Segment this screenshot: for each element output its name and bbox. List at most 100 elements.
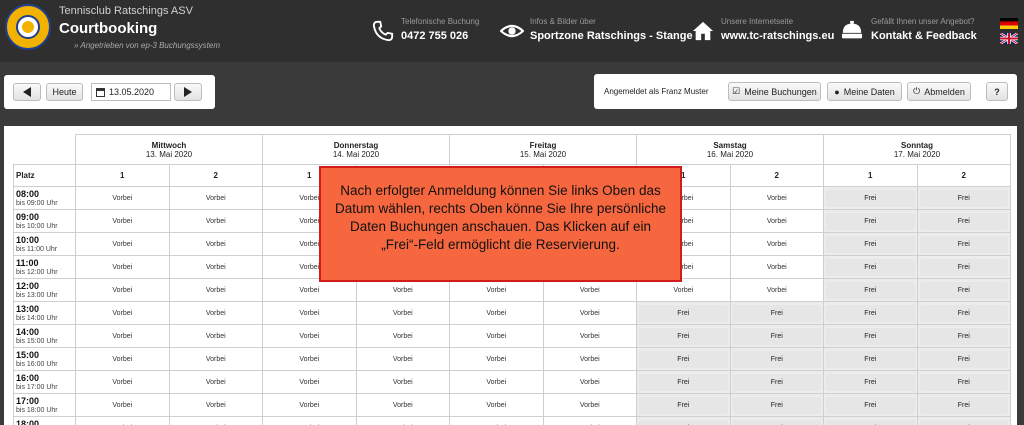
slot-status: Vorbei [766,194,787,202]
slot-status: Vorbei [392,309,413,317]
club-logo[interactable] [5,4,51,50]
booking-slot-past: Vorbei [75,416,170,425]
arrow-right-icon [184,87,192,97]
booking-slot-free[interactable]: Frei [636,393,731,417]
date-navigation: Heute 13.05.2020 [4,75,215,109]
booking-slot-past: Vorbei [355,324,450,348]
booking-slot-free[interactable]: Frei [636,370,731,394]
slot-status: Vorbei [205,217,226,225]
booking-slot-free[interactable]: Frei [916,301,1011,325]
power-icon: ⏻ [913,86,921,96]
booking-slot-past: Vorbei [355,347,450,371]
website-link[interactable]: www.tc-ratschings.eu [721,30,834,42]
slot-status: Vorbei [579,378,600,386]
booking-slot-free[interactable]: Frei [823,347,918,371]
booking-slot-past: Vorbei [449,416,544,425]
booking-slot-past: Vorbei [262,370,357,394]
platz-label: Platz [13,164,76,187]
slot-status: Frei [732,396,821,414]
my-data-button[interactable]: ● Meine Daten [827,82,902,101]
booking-slot-free[interactable]: Frei [729,393,824,417]
slot-time: 11:00 [16,257,39,268]
booking-slot-free[interactable]: Frei [823,416,918,425]
header-infos[interactable]: Infos & Bilder über Sportzone Ratschings… [499,0,693,62]
slot-time: 08:00 [16,188,40,199]
booking-slot-free[interactable]: Frei [916,278,1011,302]
booking-slot-free[interactable]: Frei [823,232,918,256]
slot-status: Vorbei [112,217,133,225]
previous-day-button[interactable] [13,83,41,101]
german-flag-icon[interactable] [1000,18,1018,29]
my-bookings-button[interactable]: ☑ Meine Buchungen [728,82,821,101]
booking-slot-free[interactable]: Frei [916,255,1011,279]
infos-link[interactable]: Sportzone Ratschings - Stange [530,30,693,42]
feedback-caption: Gefällt Ihnen unser Angebot? [871,17,975,26]
header-website[interactable]: Unsere Internetseite www.tc-ratschings.e… [692,0,834,62]
booking-slot-free[interactable]: Frei [823,301,918,325]
day-date: 14. Mai 2020 [332,149,380,159]
booking-slot-free[interactable]: Frei [916,209,1011,233]
booking-slot-free[interactable]: Frei [729,324,824,348]
time-slot-label: 17:00 bis 18:00 Uhr [13,393,76,417]
slot-until: bis 09:00 Uhr [16,199,58,207]
help-button[interactable]: ? [986,82,1008,101]
booking-slot-free[interactable]: Frei [916,393,1011,417]
booking-slot-free[interactable]: Frei [916,324,1011,348]
booking-slot-free[interactable]: Frei [823,278,918,302]
slot-status: Frei [639,419,728,425]
booking-slot-free[interactable]: Frei [636,301,731,325]
booking-slot-past: Vorbei [75,255,170,279]
website-caption: Unsere Internetseite [721,17,794,26]
booking-slot-free[interactable]: Frei [729,370,824,394]
booking-slot-free[interactable]: Frei [729,347,824,371]
booking-slot-free[interactable]: Frei [916,370,1011,394]
day-header: Sonntag 17. Mai 2020 [823,134,1011,165]
slot-until: bis 14:00 Uhr [16,314,58,322]
date-input[interactable]: 13.05.2020 [91,83,171,101]
booking-slot-free[interactable]: Frei [729,416,824,425]
phone-caption: Telefonische Buchung [401,17,480,26]
booking-slot-past: Vorbei [262,347,357,371]
booking-slot-free[interactable]: Frei [823,186,918,210]
booking-slot-past: Vorbei [449,370,544,394]
slot-status: Frei [826,235,915,253]
booking-slot-free[interactable]: Frei [916,232,1011,256]
feedback-link[interactable]: Kontakt & Feedback [871,30,977,42]
instruction-note: Nach erfolgter Anmeldung können Sie link… [319,166,682,282]
slot-status: Frei [639,350,728,368]
booking-slot-free[interactable]: Frei [729,301,824,325]
phone-number[interactable]: 0472 755 026 [401,30,468,42]
slot-status: Vorbei [579,332,600,340]
header-phone-booking[interactable]: Telefonische Buchung 0472 755 026 [370,0,495,62]
slot-until: bis 12:00 Uhr [16,268,58,276]
header-feedback[interactable]: Gefällt Ihnen unser Angebot? Kontakt & F… [840,0,1000,62]
slot-status: Frei [826,258,915,276]
app-title[interactable]: Courtbooking [59,20,157,37]
booking-slot-free[interactable]: Frei [916,416,1011,425]
booking-slot-past: Vorbei [729,186,824,210]
booking-slot-free[interactable]: Frei [823,370,918,394]
day-name: Mittwoch [151,140,187,150]
booking-slot-free[interactable]: Frei [823,255,918,279]
today-button[interactable]: Heute [46,83,83,101]
booking-slot-past: Vorbei [355,393,450,417]
next-day-button[interactable] [174,83,202,101]
booking-slot-free[interactable]: Frei [636,416,731,425]
slot-status: Vorbei [112,286,133,294]
booking-slot-free[interactable]: Frei [823,393,918,417]
slot-status: Frei [826,281,915,299]
booking-slot-free[interactable]: Frei [823,209,918,233]
slot-status: Frei [732,373,821,391]
english-flag-icon[interactable] [1000,33,1018,44]
booking-slot-free[interactable]: Frei [823,324,918,348]
booking-slot-free[interactable]: Frei [636,347,731,371]
logout-button[interactable]: ⏻ Abmelden [907,82,971,101]
slot-status: Frei [826,373,915,391]
slot-status: Vorbei [205,194,226,202]
slot-status: Vorbei [392,401,413,409]
booking-slot-free[interactable]: Frei [636,324,731,348]
booking-slot-free[interactable]: Frei [916,347,1011,371]
booking-slot-free[interactable]: Frei [916,186,1011,210]
time-slot-label: 12:00 bis 13:00 Uhr [13,278,76,302]
powered-by[interactable]: » Angetrieben von ep-3 Buchungssystem [74,41,220,50]
